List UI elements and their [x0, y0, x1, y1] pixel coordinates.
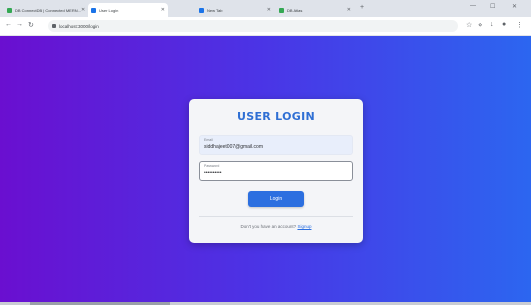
email-field[interactable]: Email siddhajeet007@gmail.com	[199, 135, 353, 155]
tab-3[interactable]: New Tab ✕	[196, 3, 274, 17]
bookmark-star-icon[interactable]: ☆	[466, 21, 472, 29]
password-field[interactable]: Password ••••••••••	[199, 161, 353, 181]
divider	[199, 216, 353, 217]
email-label: Email	[204, 138, 213, 142]
reload-icon[interactable]: ↻	[28, 21, 34, 29]
forward-icon[interactable]: →	[16, 21, 23, 28]
tab-close-icon[interactable]: ✕	[347, 7, 351, 13]
tab-strip: DB ConnectDB | Connected MERN... ✕ User …	[0, 0, 531, 17]
address-bar[interactable]: localhost:3000/login	[48, 20, 458, 32]
tab-title: DB Atlas	[287, 7, 303, 13]
email-value: siddhajeet007@gmail.com	[204, 144, 263, 150]
downloads-icon[interactable]: ↓	[490, 21, 494, 28]
login-button[interactable]: Login	[248, 191, 304, 207]
signup-link[interactable]: Signup	[297, 224, 311, 229]
tab-2[interactable]: User Login ✕	[88, 3, 168, 17]
password-value: ••••••••••	[204, 170, 222, 176]
site-info-icon[interactable]	[52, 24, 56, 28]
tab-title: DB ConnectDB | Connected MERN...	[15, 7, 81, 13]
signup-prompt: Don't you have an account? Signup	[189, 224, 363, 229]
tab-close-icon[interactable]: ✕	[81, 7, 85, 13]
maximize-icon[interactable]: ☐	[490, 3, 495, 10]
back-icon[interactable]: ←	[5, 21, 12, 28]
profile-icon[interactable]: ●	[502, 21, 506, 28]
login-card: USER LOGIN Email siddhajeet007@gmail.com…	[189, 99, 363, 243]
tab-close-icon[interactable]: ✕	[267, 7, 271, 13]
tab-title: User Login	[99, 7, 119, 13]
tab-close-icon[interactable]: ✕	[161, 7, 165, 13]
login-title: USER LOGIN	[237, 110, 315, 123]
tab-favicon-icon	[7, 7, 12, 13]
new-tab-icon[interactable]: +	[360, 4, 364, 11]
address-text: localhost:3000/login	[59, 23, 99, 29]
tab-title: New Tab	[207, 7, 223, 13]
tab-4[interactable]: DB Atlas ✕	[276, 3, 354, 17]
tab-1[interactable]: DB ConnectDB | Connected MERN... ✕	[4, 3, 86, 17]
close-window-icon[interactable]: ✕	[512, 3, 517, 10]
tab-favicon-icon	[199, 7, 204, 13]
minimize-icon[interactable]: —	[470, 3, 476, 9]
browser-toolbar: ← → ↻ localhost:3000/login ☆ ⋄ ↓ ● ⋮	[0, 17, 531, 36]
signup-prompt-text: Don't you have an account?	[240, 224, 297, 229]
extensions-icon[interactable]: ⋄	[478, 21, 482, 29]
page-background: USER LOGIN Email siddhajeet007@gmail.com…	[0, 36, 531, 305]
menu-icon[interactable]: ⋮	[516, 21, 523, 29]
tab-favicon-icon	[279, 7, 284, 13]
password-label: Password	[204, 164, 220, 168]
tab-favicon-icon	[91, 7, 96, 13]
